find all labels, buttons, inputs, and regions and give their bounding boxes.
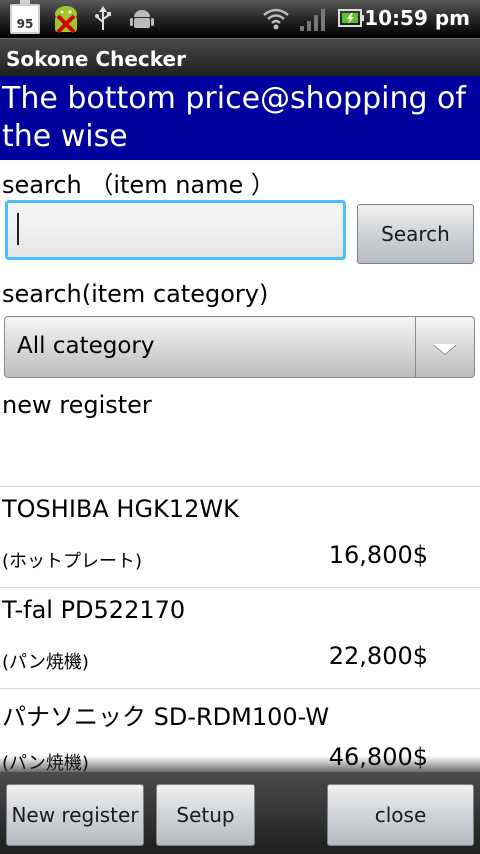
list-item[interactable]: TOSHIBA HGK12WK (ホットプレート) 16,800$ [0, 486, 480, 587]
item-category: (パン焼機) [2, 652, 89, 673]
new-register-label: new register [2, 391, 152, 419]
item-name: パナソニック SD-RDM100-W [2, 703, 330, 731]
wifi-icon [262, 6, 290, 34]
banner: The bottom price@shopping of the wise [0, 76, 480, 160]
close-button[interactable]: close [327, 784, 474, 846]
clock: 10:59 pm [364, 6, 470, 30]
item-name: TOSHIBA HGK12WK [2, 495, 239, 523]
banner-line-2: the wise [2, 119, 128, 154]
battery-charging-icon [338, 7, 364, 33]
battery-icon: 95 [10, 0, 40, 34]
usb-icon [94, 6, 112, 36]
setup-button[interactable]: Setup [156, 784, 255, 846]
new-register-button[interactable]: New register [6, 784, 144, 846]
chevron-down-icon [433, 344, 457, 354]
search-input[interactable] [5, 200, 346, 260]
bottom-action-bar: New register Setup close [0, 772, 480, 854]
battery-level: 95 [16, 17, 34, 31]
item-list[interactable]: TOSHIBA HGK12WK (ホットプレート) 16,800$ T-fal … [0, 486, 480, 789]
item-price: 16,800$ [328, 541, 428, 569]
app-title-bar: Sokone Checker [0, 38, 480, 77]
android-icon [130, 7, 154, 35]
search-category-label: search(item category) [2, 280, 269, 308]
text-caret [17, 213, 19, 245]
status-bar: 95 10:59 pm [0, 0, 480, 38]
app-title: Sokone Checker [6, 47, 186, 71]
banner-line-1: The bottom price@shopping of [2, 81, 466, 116]
android-debug-icon [50, 4, 82, 38]
signal-icon [298, 6, 326, 36]
search-name-label: search （item name ） [2, 171, 275, 199]
item-category: (ホットプレート) [2, 551, 143, 572]
search-button[interactable]: Search [357, 204, 474, 264]
category-selected-value: All category [17, 333, 155, 359]
list-item[interactable]: T-fal PD522170 (パン焼機) 22,800$ [0, 587, 480, 688]
item-price: 22,800$ [328, 642, 428, 670]
item-name: T-fal PD522170 [2, 596, 186, 624]
category-select[interactable]: All category [4, 316, 475, 378]
select-divider [415, 317, 416, 377]
